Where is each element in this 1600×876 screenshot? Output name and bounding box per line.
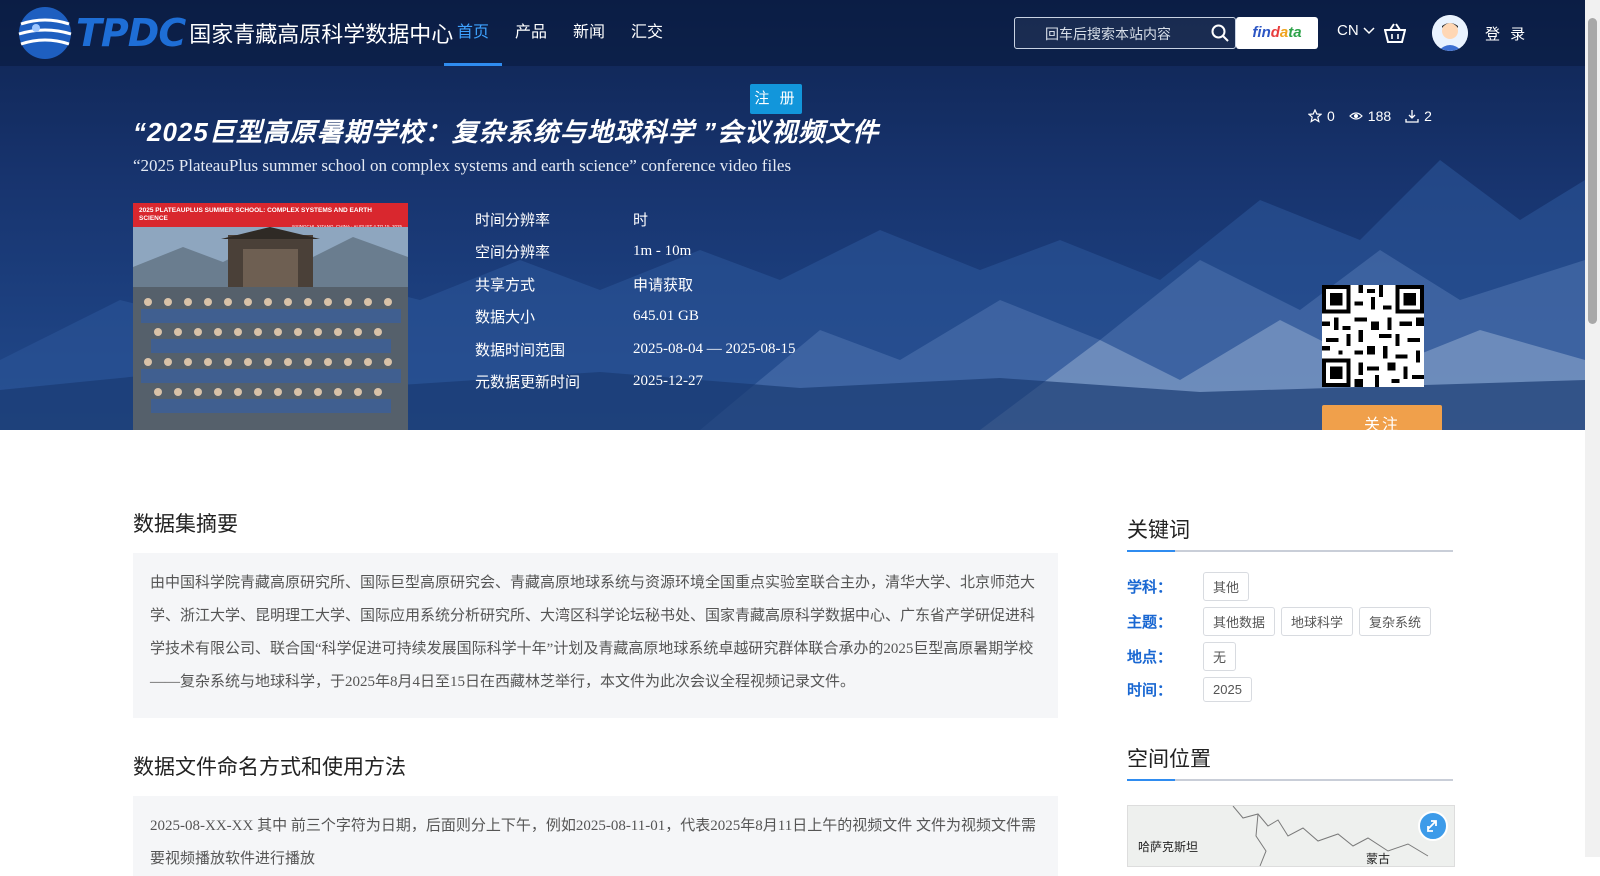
page-scrollbar[interactable]	[1585, 0, 1600, 857]
meta-key: 空间分辨率	[475, 244, 551, 262]
search-icon[interactable]	[1211, 24, 1229, 42]
site-logo[interactable]: TPDC 国家青藏高原科学数据中心	[16, 4, 453, 62]
dataset-title-cn: “2025巨型高原暑期学校：复杂系统与地球科学 ”会议视频文件	[133, 117, 880, 147]
keyword-label: 时间：	[1127, 682, 1173, 699]
language-label: CN	[1337, 22, 1359, 39]
meta-key: 元数据更新时间	[475, 374, 581, 392]
meta-row: 共享方式 申请获取	[475, 268, 795, 301]
dataset-title-en: “2025 PlateauPlus summer school on compl…	[133, 156, 792, 175]
register-button[interactable]: 注 册	[750, 84, 802, 114]
star-count[interactable]: 0	[1308, 108, 1335, 124]
user-avatar-icon	[1432, 15, 1468, 51]
meta-key: 时间分辨率	[475, 211, 551, 229]
qr-code	[1322, 285, 1424, 387]
expand-map-button[interactable]	[1418, 811, 1448, 841]
meta-value: 1m - 10m	[633, 243, 692, 260]
meta-value: 时	[633, 212, 649, 229]
keyword-label: 主题：	[1127, 614, 1173, 631]
findata-button[interactable]: findata	[1236, 17, 1318, 49]
map-borders	[1232, 806, 1429, 866]
login-link[interactable]: 登 录	[1485, 23, 1528, 44]
keyword-tag[interactable]: 地球科学	[1281, 607, 1354, 636]
keywords-heading: 关键词	[1127, 514, 1453, 552]
avatar[interactable]	[1432, 15, 1468, 51]
findata-text-4: ta	[1288, 24, 1302, 41]
group-photo	[133, 227, 408, 430]
top-navbar: TPDC 国家青藏高原科学数据中心 首页 产品 新闻 汇交 findata CN	[0, 0, 1585, 66]
keyword-tag[interactable]: 其他	[1203, 572, 1250, 601]
dataset-stats: 0 188 2	[1308, 108, 1432, 124]
usage-text: 2025-08-XX-XX 其中 前三个字符为日期，后面则分上下午，例如2025…	[133, 796, 1058, 876]
keyword-label: 学科：	[1127, 579, 1173, 596]
meta-value: 申请获取	[633, 277, 694, 294]
basket-icon[interactable]	[1384, 23, 1406, 43]
findata-text-3: a	[1279, 24, 1289, 41]
follow-button[interactable]: 关注	[1322, 405, 1442, 430]
usage-heading: 数据文件命名方式和使用方法	[133, 756, 406, 779]
keyword-row-place: 地点： 无	[1127, 642, 1242, 671]
nav-item-home[interactable]: 首页	[444, 0, 503, 66]
globe-logo-icon	[18, 7, 72, 59]
logo-text: TPDC	[76, 11, 186, 55]
cover-banner: 2025 PLATEAUPLUS SUMMER SCHOOL: COMPLEX …	[133, 203, 408, 229]
hero-banner: TPDC 国家青藏高原科学数据中心 首页 产品 新闻 汇交 findata CN	[0, 0, 1585, 430]
search-input[interactable]	[1015, 18, 1227, 50]
meta-row: 元数据更新时间 2025-12-27	[475, 366, 795, 399]
location-map[interactable]: 哈萨克斯坦 蒙古	[1127, 805, 1455, 867]
nav-item-products[interactable]: 产品	[502, 0, 560, 66]
meta-row: 时间分辨率 时	[475, 203, 795, 236]
keyword-tag[interactable]: 无	[1203, 642, 1237, 671]
meta-key: 数据时间范围	[475, 341, 566, 359]
star-count-value: 0	[1327, 108, 1335, 124]
view-count-value: 188	[1367, 108, 1392, 124]
meta-row: 空间分辨率 1m - 10m	[475, 236, 795, 269]
language-selector[interactable]: CN	[1337, 22, 1375, 39]
download-count: 2	[1405, 108, 1432, 124]
location-heading: 空间位置	[1127, 743, 1453, 781]
download-icon	[1405, 110, 1419, 123]
star-icon	[1308, 109, 1322, 123]
scrollbar-thumb[interactable]	[1588, 18, 1597, 324]
main-nav: 首页 产品 新闻 汇交	[444, 0, 676, 66]
keyword-row-theme: 主题： 其他数据 地球科学 复杂系统	[1127, 607, 1437, 636]
keyword-row-subject: 学科： 其他	[1127, 572, 1255, 601]
meta-value: 2025-12-27	[633, 373, 703, 390]
eye-icon	[1348, 112, 1363, 120]
summary-heading: 数据集摘要	[133, 513, 238, 536]
map-label-kazakhstan: 哈萨克斯坦	[1138, 840, 1199, 854]
meta-row: 数据时间范围 2025-08-04 — 2025-08-15	[475, 333, 795, 366]
findata-text-2: d	[1270, 24, 1280, 41]
keyword-row-time: 时间： 2025	[1127, 677, 1258, 702]
meta-key: 共享方式	[475, 276, 536, 294]
dataset-cover-image: 2025 PLATEAUPLUS SUMMER SCHOOL: COMPLEX …	[133, 203, 408, 430]
chevron-down-icon	[1363, 27, 1375, 35]
keyword-tag[interactable]: 复杂系统	[1359, 607, 1432, 636]
search-box	[1014, 17, 1236, 50]
view-count: 188	[1348, 108, 1392, 124]
keyword-tag[interactable]: 2025	[1203, 677, 1252, 702]
meta-key: 数据大小	[475, 309, 536, 327]
cover-banner-title: 2025 PLATEAUPLUS SUMMER SCHOOL: COMPLEX …	[139, 207, 372, 223]
keyword-tag[interactable]: 其他数据	[1203, 607, 1276, 636]
meta-value: 645.01 GB	[633, 308, 699, 325]
map-label-mongolia: 蒙古	[1366, 852, 1391, 866]
site-name: 国家青藏高原科学数据中心	[189, 22, 454, 47]
nav-item-submit[interactable]: 汇交	[618, 0, 676, 66]
findata-text-1: fin	[1252, 24, 1271, 41]
expand-icon	[1427, 820, 1437, 832]
meta-value: 2025-08-04 — 2025-08-15	[633, 340, 796, 357]
summary-text: 由中国科学院青藏高原研究所、国际巨型高原研究会、青藏高原地球系统与资源环境全国重…	[133, 553, 1058, 718]
meta-row: 数据大小 645.01 GB	[475, 301, 795, 334]
nav-item-news[interactable]: 新闻	[560, 0, 618, 66]
keyword-label: 地点：	[1127, 649, 1173, 666]
dataset-metadata: 时间分辨率 时 空间分辨率 1m - 10m 共享方式 申请获取 数据大小 645.01…	[475, 203, 795, 398]
download-count-value: 2	[1424, 108, 1432, 124]
